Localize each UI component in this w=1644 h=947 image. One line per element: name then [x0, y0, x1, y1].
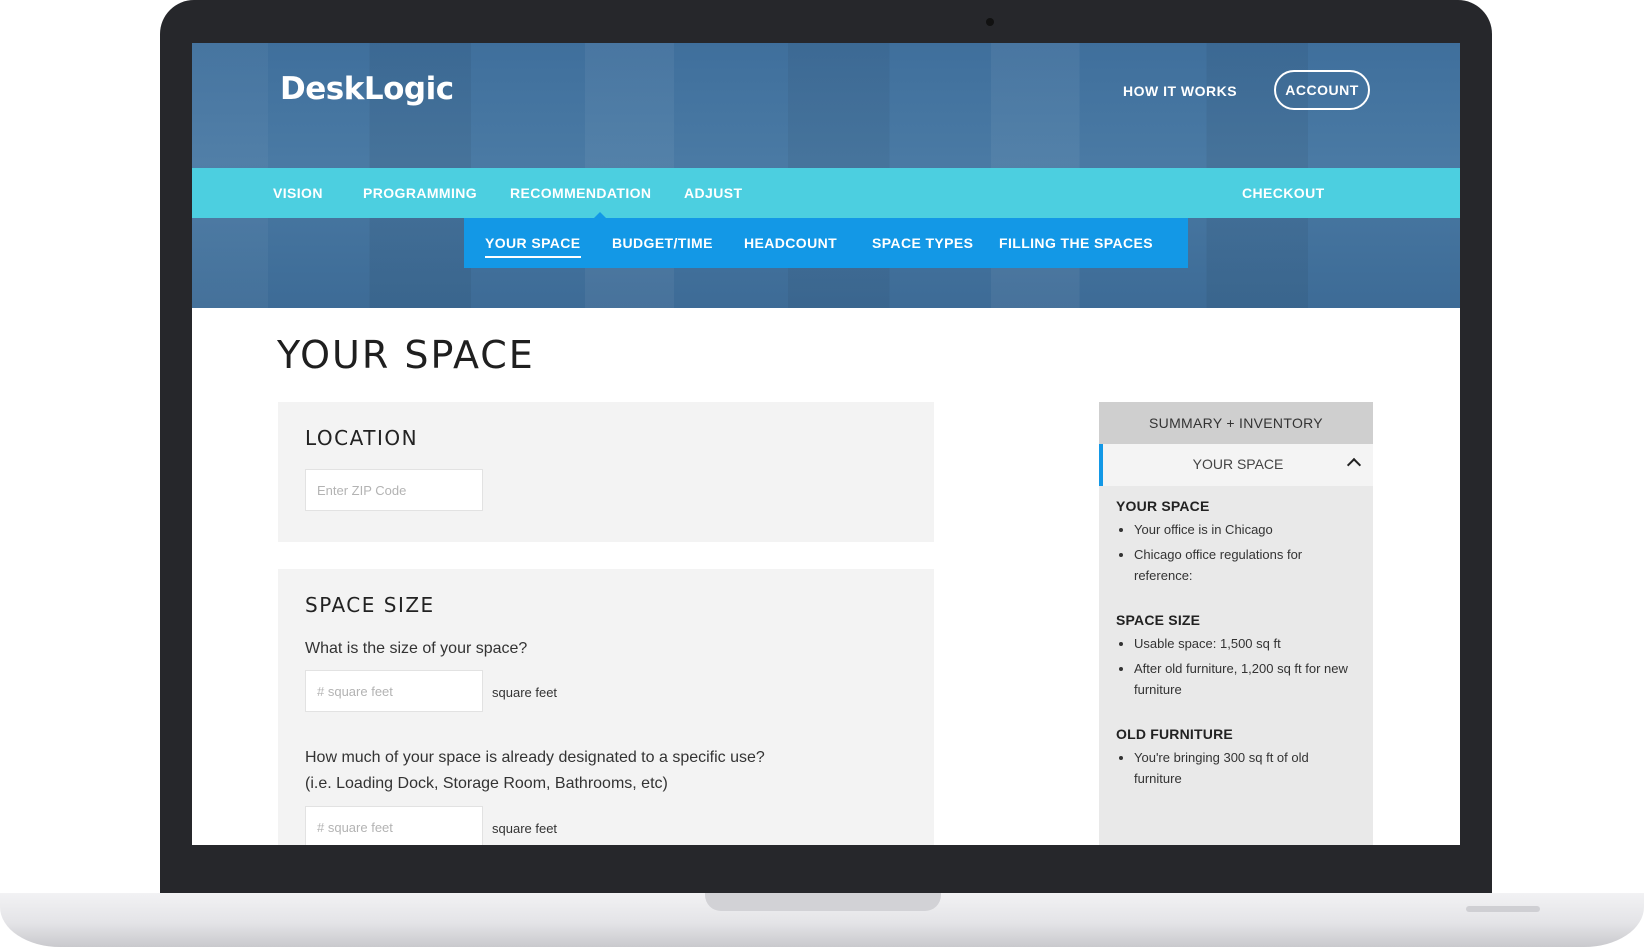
designated-space-hint: (i.e. Loading Dock, Storage Room, Bathro…: [305, 775, 668, 792]
screen: DeskLogic HOW IT WORKS ACCOUNT VISION PR…: [192, 43, 1460, 845]
summary-item: After old furniture, 1,200 sq ft for new…: [1134, 658, 1356, 700]
sidebar-tab-label: YOUR SPACE: [1192, 456, 1284, 472]
nav-vision[interactable]: VISION: [273, 185, 323, 201]
summary-sidebar: SUMMARY + INVENTORY YOUR SPACE YOUR SPAC…: [1099, 402, 1373, 845]
space-size-title: SPACE SIZE: [305, 593, 435, 617]
account-button[interactable]: ACCOUNT: [1274, 70, 1370, 110]
subnav-space-types[interactable]: SPACE TYPES: [872, 235, 973, 251]
camera-dot: [986, 18, 994, 26]
sub-nav: YOUR SPACE BUDGET/TIME HEADCOUNT SPACE T…: [464, 218, 1188, 268]
zip-code-input[interactable]: [305, 469, 483, 511]
summary-section-old-furniture: OLD FURNITURE You're bringing 300 sq ft …: [1116, 726, 1356, 793]
nav-programming[interactable]: PROGRAMMING: [363, 185, 477, 201]
subnav-filling-the-spaces[interactable]: FILLING THE SPACES: [999, 235, 1153, 251]
main-nav: VISION PROGRAMMING RECOMMENDATION ADJUST…: [192, 168, 1460, 218]
summary-heading: YOUR SPACE: [1116, 498, 1210, 514]
summary-item: Chicago office regulations for reference…: [1134, 544, 1356, 586]
summary-item: Your office is in Chicago: [1134, 519, 1356, 540]
location-card: LOCATION: [278, 402, 934, 542]
nav-recommendation[interactable]: RECOMMENDATION: [510, 185, 651, 201]
how-it-works-link[interactable]: HOW IT WORKS: [1123, 83, 1237, 99]
square-feet-unit: square feet: [492, 685, 558, 700]
hero-banner: DeskLogic HOW IT WORKS ACCOUNT VISION PR…: [192, 43, 1460, 308]
laptop-notch: [705, 893, 941, 911]
laptop-grip: [1466, 906, 1540, 912]
nav-adjust[interactable]: ADJUST: [684, 185, 742, 201]
designated-space-question: How much of your space is already design…: [305, 749, 765, 766]
location-title: LOCATION: [305, 426, 419, 450]
page-title: YOUR SPACE: [277, 333, 535, 377]
summary-heading: SPACE SIZE: [1116, 612, 1201, 628]
summary-item: You're bringing 300 sq ft of old furnitu…: [1134, 747, 1356, 789]
summary-section-space-size: SPACE SIZE Usable space: 1,500 sq ft Aft…: [1116, 612, 1356, 704]
summary-item: Usable space: 1,500 sq ft: [1134, 633, 1356, 654]
designated-square-feet-unit: square feet: [492, 821, 558, 836]
space-size-card: SPACE SIZE What is the size of your spac…: [278, 569, 934, 845]
nav-checkout[interactable]: CHECKOUT: [1242, 185, 1325, 201]
subnav-headcount[interactable]: HEADCOUNT: [744, 235, 837, 251]
subnav-your-space[interactable]: YOUR SPACE: [485, 235, 581, 258]
summary-inventory-header[interactable]: SUMMARY + INVENTORY: [1099, 402, 1373, 444]
logo[interactable]: DeskLogic: [280, 71, 454, 107]
summary-section-your-space: YOUR SPACE Your office is in Chicago Chi…: [1116, 498, 1356, 590]
space-size-question: What is the size of your space?: [305, 640, 528, 657]
summary-heading: OLD FURNITURE: [1116, 726, 1233, 742]
subnav-budget-time[interactable]: BUDGET/TIME: [612, 235, 713, 251]
sidebar-tab-your-space[interactable]: YOUR SPACE: [1099, 444, 1373, 486]
designated-square-feet-input[interactable]: [305, 806, 483, 845]
square-feet-input[interactable]: [305, 670, 483, 712]
